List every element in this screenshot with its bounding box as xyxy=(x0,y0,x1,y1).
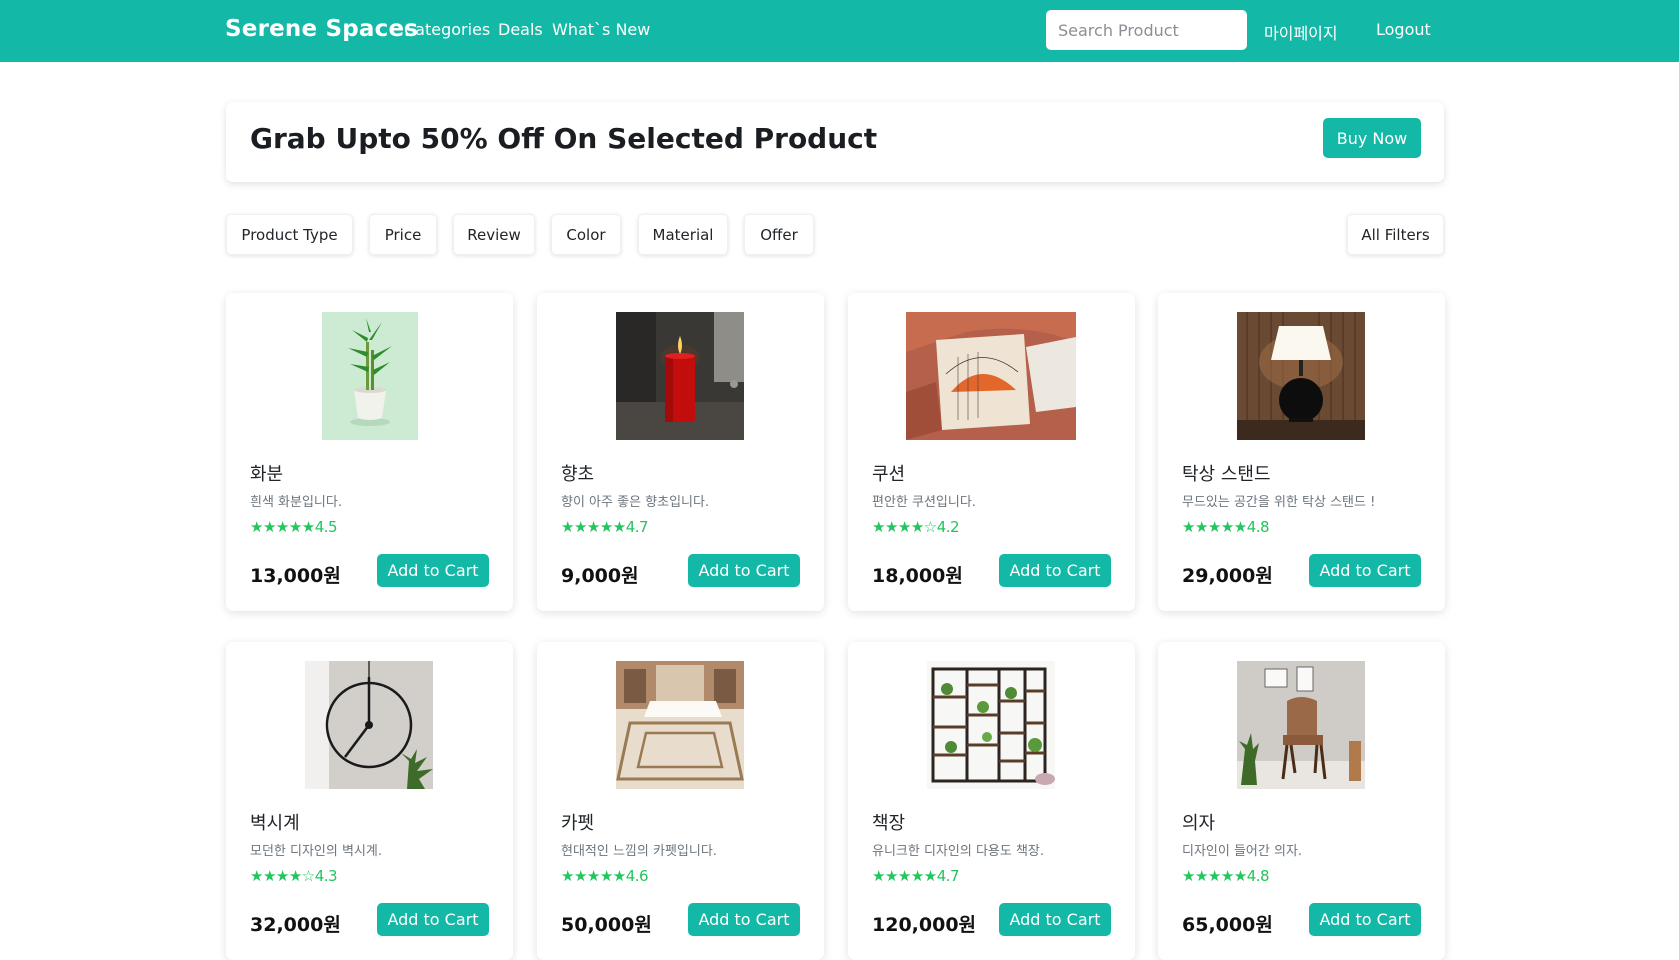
product-card[interactable]: 카펫 현대적인 느낌의 카펫입니다. ★★★★★4.6 50,000원 Add … xyxy=(537,642,824,960)
product-image-candle[interactable] xyxy=(616,312,744,440)
top-navbar: Serene Spaces Categories Deals What`s Ne… xyxy=(0,0,1679,62)
add-to-cart-button[interactable]: Add to Cart xyxy=(999,554,1111,587)
add-to-cart-button[interactable]: Add to Cart xyxy=(377,903,489,936)
product-rating: ★★★★☆4.2 xyxy=(872,518,960,536)
product-image-plant[interactable] xyxy=(322,312,418,440)
rating-stars: ★★★★★ xyxy=(561,867,626,885)
rating-value: 4.5 xyxy=(314,518,338,536)
filter-price[interactable]: Price xyxy=(369,214,437,255)
product-price: 18,000원 xyxy=(872,565,963,587)
product-description: 모던한 디자인의 벽시계. xyxy=(250,844,382,859)
rating-value: 4.8 xyxy=(1246,518,1270,536)
product-card[interactable]: 화분 흰색 화분입니다. ★★★★★4.5 13,000원 Add to Car… xyxy=(226,293,513,611)
product-card[interactable]: 의자 디자인이 들어간 의자. ★★★★★4.8 65,000원 Add to … xyxy=(1158,642,1445,960)
product-description: 현대적인 느낌의 카펫입니다. xyxy=(561,844,717,859)
nav-link-whats-new[interactable]: What`s New xyxy=(552,20,650,39)
product-rating: ★★★★★4.7 xyxy=(561,518,649,536)
rating-stars: ★★★★☆ xyxy=(872,518,937,536)
product-price: 65,000원 xyxy=(1182,914,1273,936)
product-rating: ★★★★★4.8 xyxy=(1182,518,1270,536)
product-image-cushion[interactable] xyxy=(906,312,1076,440)
product-card[interactable]: 향초 향이 아주 좋은 향초입니다. ★★★★★4.7 9,000원 Add t… xyxy=(537,293,824,611)
product-name: 화분 xyxy=(250,464,284,485)
promo-banner: Grab Upto 50% Off On Selected Product Bu… xyxy=(226,102,1444,182)
product-price: 120,000원 xyxy=(872,914,977,936)
filter-offer[interactable]: Offer xyxy=(744,214,814,255)
add-to-cart-button[interactable]: Add to Cart xyxy=(688,903,800,936)
nav-link-deals[interactable]: Deals xyxy=(498,20,543,39)
product-rating: ★★★★★4.8 xyxy=(1182,867,1270,885)
product-description: 편안한 쿠션입니다. xyxy=(872,495,976,510)
rating-value: 4.2 xyxy=(936,518,960,536)
rating-value: 4.7 xyxy=(625,518,649,536)
product-name: 카펫 xyxy=(561,813,595,834)
rating-value: 4.7 xyxy=(936,867,960,885)
product-rating: ★★★★★4.6 xyxy=(561,867,649,885)
product-image-clock[interactable] xyxy=(305,661,433,789)
product-name: 향초 xyxy=(561,464,595,485)
filter-review[interactable]: Review xyxy=(453,214,535,255)
rating-stars: ★★★★★ xyxy=(1182,518,1247,536)
product-image-bookshelf[interactable] xyxy=(927,661,1055,789)
product-rating: ★★★★★4.5 xyxy=(250,518,338,536)
search-input[interactable] xyxy=(1046,10,1247,50)
product-image-lamp[interactable] xyxy=(1237,312,1365,440)
rating-value: 4.6 xyxy=(625,867,649,885)
rating-stars: ★★★★★ xyxy=(872,867,937,885)
product-card[interactable]: 벽시계 모던한 디자인의 벽시계. ★★★★☆4.3 32,000원 Add t… xyxy=(226,642,513,960)
banner-title: Grab Upto 50% Off On Selected Product xyxy=(250,122,878,155)
add-to-cart-button[interactable]: Add to Cart xyxy=(377,554,489,587)
product-card[interactable]: 쿠션 편안한 쿠션입니다. ★★★★☆4.2 18,000원 Add to Ca… xyxy=(848,293,1135,611)
filter-material[interactable]: Material xyxy=(638,214,728,255)
product-rating: ★★★★☆4.3 xyxy=(250,867,338,885)
rating-stars: ★★★★★ xyxy=(250,518,315,536)
product-price: 50,000원 xyxy=(561,914,652,936)
product-name: 쿠션 xyxy=(872,464,906,485)
product-price: 9,000원 xyxy=(561,565,639,587)
product-image-chair[interactable] xyxy=(1237,661,1365,789)
filter-color[interactable]: Color xyxy=(551,214,621,255)
rating-stars: ★★★★☆ xyxy=(250,867,315,885)
product-price: 13,000원 xyxy=(250,565,341,587)
product-description: 디자인이 들어간 의자. xyxy=(1182,844,1303,859)
nav-link-categories[interactable]: Categories xyxy=(404,20,490,39)
product-description: 무드있는 공간을 위한 탁상 스탠드 ! xyxy=(1182,495,1376,510)
product-price: 32,000원 xyxy=(250,914,341,936)
product-name: 벽시계 xyxy=(250,813,300,834)
product-price: 29,000원 xyxy=(1182,565,1273,587)
all-filters-button[interactable]: All Filters xyxy=(1347,214,1444,255)
product-name: 책장 xyxy=(872,813,906,834)
rating-stars: ★★★★★ xyxy=(561,518,626,536)
product-description: 향이 아주 좋은 향초입니다. xyxy=(561,495,710,510)
product-image-carpet[interactable] xyxy=(616,661,744,789)
product-card[interactable]: 탁상 스탠드 무드있는 공간을 위한 탁상 스탠드 ! ★★★★★4.8 29,… xyxy=(1158,293,1445,611)
add-to-cart-button[interactable]: Add to Cart xyxy=(999,903,1111,936)
nav-link-mypage[interactable]: 마이페이지 xyxy=(1264,20,1338,44)
product-name: 의자 xyxy=(1182,813,1216,834)
add-to-cart-button[interactable]: Add to Cart xyxy=(1309,554,1421,587)
filter-product-type[interactable]: Product Type xyxy=(226,214,353,255)
buy-now-button[interactable]: Buy Now xyxy=(1323,118,1421,158)
logout-link[interactable]: Logout xyxy=(1376,20,1431,39)
product-card[interactable]: 책장 유니크한 디자인의 다용도 책장. ★★★★★4.7 120,000원 A… xyxy=(848,642,1135,960)
product-name: 탁상 스탠드 xyxy=(1182,464,1271,485)
product-description: 흰색 화분입니다. xyxy=(250,495,342,510)
product-rating: ★★★★★4.7 xyxy=(872,867,960,885)
brand-logo[interactable]: Serene Spaces xyxy=(225,16,418,42)
rating-value: 4.8 xyxy=(1246,867,1270,885)
add-to-cart-button[interactable]: Add to Cart xyxy=(688,554,800,587)
rating-value: 4.3 xyxy=(314,867,338,885)
add-to-cart-button[interactable]: Add to Cart xyxy=(1309,903,1421,936)
rating-stars: ★★★★★ xyxy=(1182,867,1247,885)
product-description: 유니크한 디자인의 다용도 책장. xyxy=(872,844,1045,859)
